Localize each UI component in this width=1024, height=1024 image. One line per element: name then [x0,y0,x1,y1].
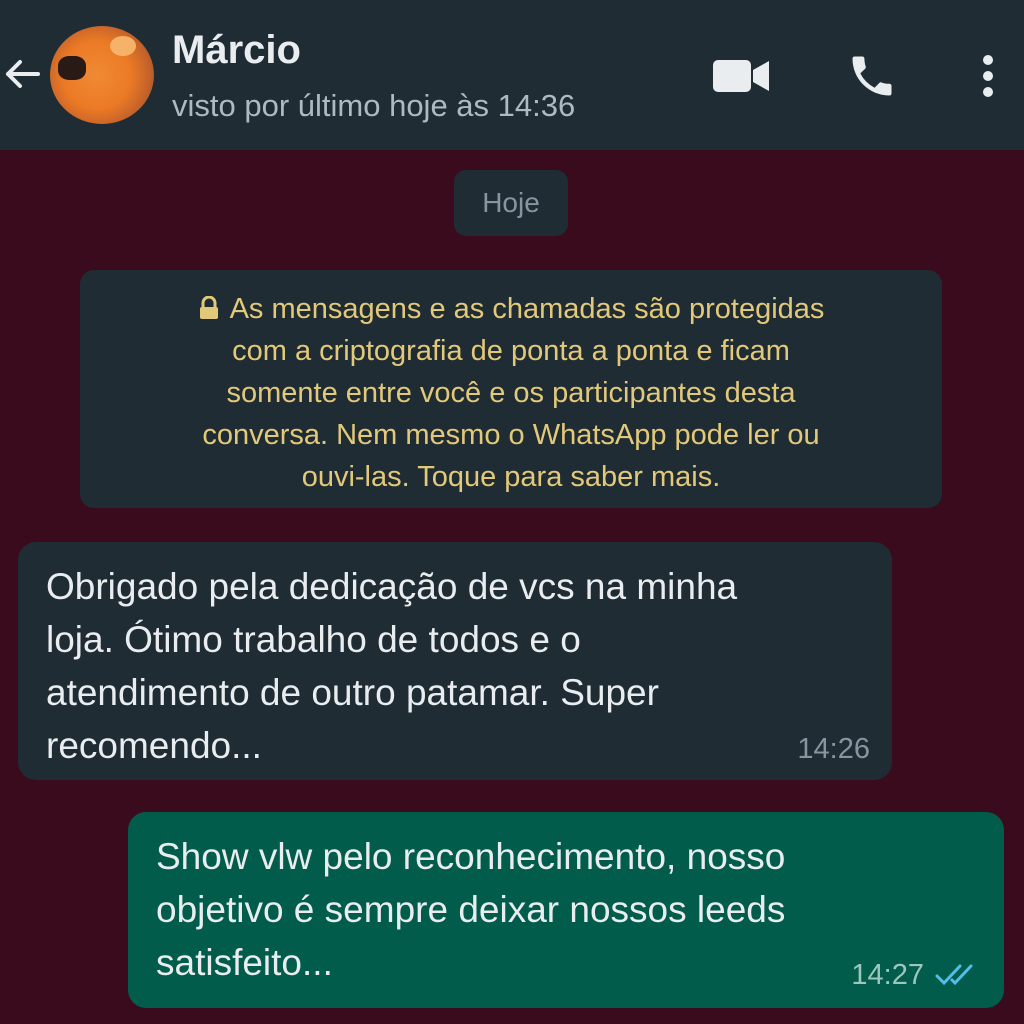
encryption-notice[interactable]: As mensagens e as chamadas são protegida… [80,270,942,508]
back-button[interactable] [0,52,44,96]
video-camera-icon [713,60,769,92]
message-outgoing[interactable]: Show vlw pelo reconhecimento, nosso obje… [128,812,1004,1008]
avatar-detail [58,56,86,80]
chat-header: Márcio visto por último hoje às 14:36 [0,0,1024,150]
avatar-highlight [110,36,136,56]
more-options-button[interactable] [970,48,1006,104]
avatar[interactable] [50,26,154,124]
encryption-notice-text: As mensagens e as chamadas são protegida… [202,293,825,493]
arrow-left-icon [6,60,40,88]
video-call-button[interactable] [708,48,774,104]
message-incoming[interactable]: Obrigado pela dedicação de vcs na minha … [18,542,892,780]
last-seen-status: visto por último hoje às 14:36 [172,88,576,123]
voice-call-button[interactable] [842,48,902,104]
message-time: 14:27 [851,959,924,991]
more-vertical-icon [983,55,993,97]
lock-icon [199,296,218,319]
contact-name[interactable]: Márcio [172,28,301,73]
message-time: 14:26 [797,733,870,765]
date-divider: Hoje [454,170,568,236]
phone-icon [852,56,892,96]
double-check-read-icon [935,964,973,986]
message-text: Obrigado pela dedicação de vcs na minha … [46,566,738,766]
